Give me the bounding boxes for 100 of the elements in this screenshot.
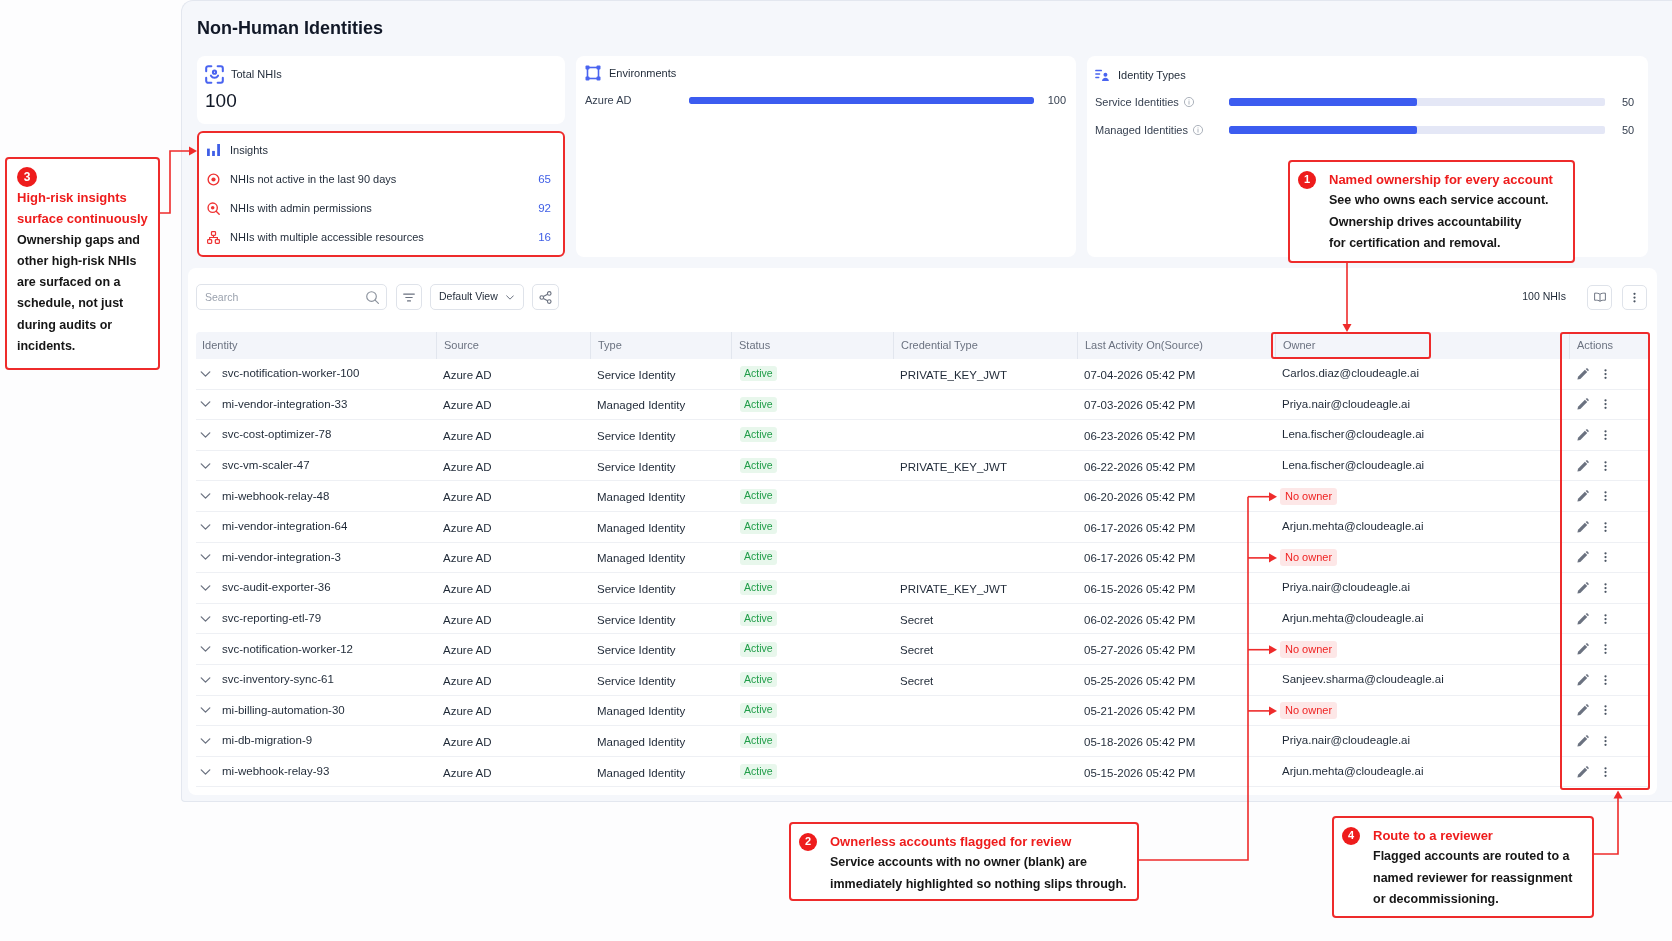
status-tag: Active (740, 549, 777, 565)
bar-label: Managed Identities (1095, 122, 1188, 138)
chevron-down-icon[interactable] (200, 401, 211, 408)
more-icon[interactable] (1604, 612, 1607, 625)
owner-email: Lena.fischer@cloudeagle.ai (1282, 427, 1425, 443)
owner-email: Sanjeev.sharma@cloudeagle.ai (1282, 672, 1444, 688)
table-cell: Azure AD (443, 674, 492, 687)
column-header: Actions (1577, 338, 1614, 354)
chevron-down-icon[interactable] (200, 432, 211, 438)
status-tag: Active (740, 427, 777, 443)
pencil-icon[interactable] (1577, 643, 1589, 656)
more-icon (1633, 291, 1636, 303)
bar-value: 50 (1622, 94, 1635, 110)
user-list-icon (1095, 69, 1109, 81)
chevron-down-icon[interactable] (200, 554, 211, 561)
more-icon[interactable] (1604, 520, 1607, 533)
pencil-icon[interactable] (1577, 490, 1589, 503)
pencil-icon[interactable] (1577, 734, 1589, 747)
status-tag: Active (740, 641, 777, 657)
owner-warning-tag: No owner (1280, 487, 1338, 505)
insight-label: NHIs with admin permissions (230, 201, 372, 217)
owner-email: Priya.nair@cloudeagle.ai (1282, 733, 1411, 749)
pencil-icon[interactable] (1577, 367, 1589, 380)
status-tag: Active (740, 580, 777, 596)
chevron-down-icon[interactable] (200, 493, 211, 500)
frame-icon (585, 65, 601, 81)
more-icon[interactable] (1604, 398, 1607, 411)
table-cell: PRIVATE_KEY_JWT (900, 368, 1007, 381)
pencil-icon[interactable] (1577, 765, 1589, 778)
view-dropdown[interactable]: Default View (430, 284, 524, 310)
chevron-down-icon[interactable] (200, 462, 211, 469)
search-field[interactable]: Search (196, 284, 387, 310)
status-tag: Active (740, 396, 777, 412)
more-icon[interactable] (1604, 581, 1607, 594)
table-cell: 05-18-2026 05:42 PM (1084, 735, 1196, 748)
filter-icon (403, 292, 415, 302)
pencil-icon[interactable] (1577, 459, 1589, 472)
table-cell: 06-22-2026 05:42 PM (1084, 460, 1196, 473)
identity-name: mi-vendor-integration-64 (222, 519, 348, 535)
card-title: Insights (230, 142, 268, 158)
pencil-icon[interactable] (1577, 612, 1589, 625)
table-cell: Azure AD (443, 735, 492, 748)
pencil-icon[interactable] (1577, 520, 1589, 533)
step-number: 1 (1298, 170, 1316, 189)
owner-email: Priya.nair@cloudeagle.ai (1282, 580, 1411, 596)
table-cell: Azure AD (443, 613, 492, 626)
pencil-icon[interactable] (1577, 581, 1589, 594)
step-number: 2 (799, 832, 817, 851)
table-cell: Azure AD (443, 430, 492, 442)
table-cell: 05-25-2026 05:42 PM (1084, 674, 1196, 687)
identity-name: mi-vendor-integration-33 (222, 396, 348, 412)
owner-warning-tag: No owner (1280, 548, 1338, 566)
share-button[interactable] (532, 284, 559, 310)
chevron-down-icon[interactable] (200, 370, 211, 377)
pencil-icon[interactable] (1577, 673, 1589, 686)
table-cell: Managed Identity (597, 735, 686, 748)
chevron-down-icon[interactable] (200, 615, 211, 622)
chevron-down-icon[interactable] (200, 737, 211, 744)
status-tag: Active (740, 366, 777, 382)
insight-count[interactable]: 16 (538, 228, 551, 247)
more-icon[interactable] (1604, 734, 1607, 747)
more-icon[interactable] (1604, 367, 1607, 380)
table-cell: Azure AD (443, 552, 492, 565)
chevron-down-icon[interactable] (200, 707, 211, 714)
insight-label: NHIs not active in the last 90 days (230, 172, 397, 188)
table-cell: Azure AD (443, 491, 492, 504)
more-icon[interactable] (1604, 643, 1607, 656)
insight-count[interactable]: 65 (538, 170, 551, 189)
more-icon[interactable] (1604, 673, 1607, 686)
more-icon[interactable] (1604, 704, 1607, 717)
chevron-down-icon[interactable] (200, 676, 211, 683)
more-icon[interactable] (1604, 429, 1607, 441)
chevron-down-icon[interactable] (200, 646, 211, 653)
docs-button[interactable] (1587, 284, 1612, 310)
column-header: Source (444, 338, 479, 354)
pencil-icon[interactable] (1577, 429, 1589, 441)
table-cell: Azure AD (443, 399, 492, 412)
pencil-icon[interactable] (1577, 704, 1589, 717)
table-cell: Azure AD (443, 368, 492, 381)
share-icon (539, 290, 552, 304)
callout-text: Flagged accounts are routed to a named reviewer for reassignment or decommissioning. (1373, 848, 1573, 908)
card-title: Environments (609, 65, 677, 81)
pencil-icon[interactable] (1577, 398, 1589, 411)
callout-text: Service accounts with no owner (blank) are immediately highlighted so nothing slips through. (830, 854, 1127, 893)
pencil-icon[interactable] (1577, 551, 1589, 564)
filter-button[interactable] (396, 284, 422, 310)
callout-title: Named ownership for every account (1329, 171, 1553, 189)
bar-chart-icon (207, 144, 220, 156)
more-icon[interactable] (1604, 459, 1607, 472)
insight-count[interactable]: 92 (538, 199, 551, 218)
chevron-down-icon[interactable] (200, 523, 211, 530)
status-tag: Active (740, 764, 777, 779)
magnifier-icon (207, 202, 220, 215)
chevron-down-icon[interactable] (200, 584, 211, 591)
table-cell: Secret (900, 674, 934, 687)
more-icon[interactable] (1604, 490, 1607, 503)
more-icon[interactable] (1604, 765, 1607, 778)
table-cell: 06-02-2026 05:42 PM (1084, 613, 1196, 626)
chevron-down-icon[interactable] (200, 768, 211, 775)
more-icon[interactable] (1604, 551, 1607, 564)
